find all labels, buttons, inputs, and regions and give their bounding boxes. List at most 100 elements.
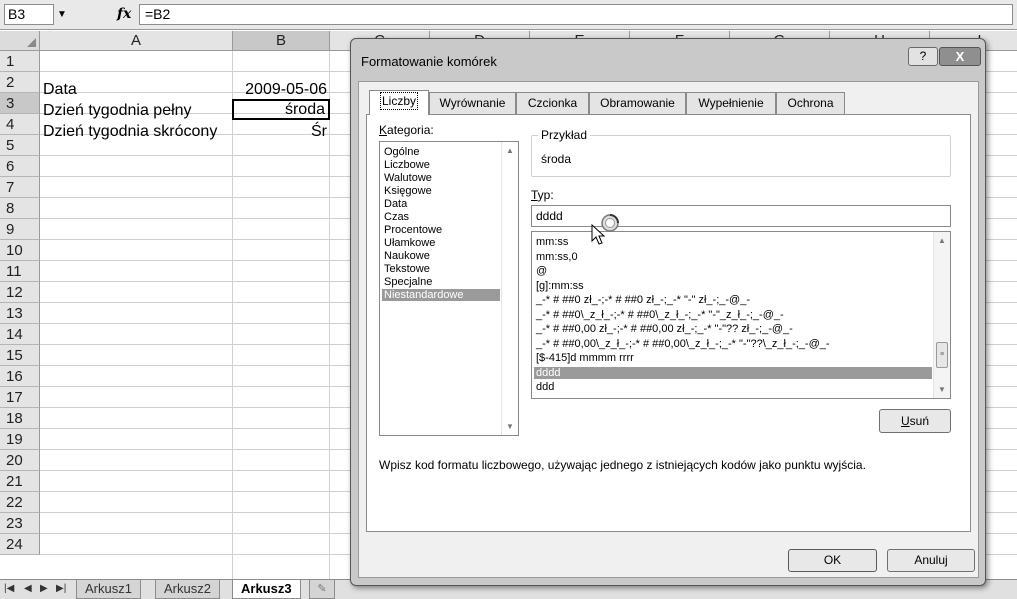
format-item[interactable]: [g]:mm:ss bbox=[534, 280, 932, 292]
help-button[interactable]: ? bbox=[908, 47, 938, 66]
row-header-8[interactable]: 8 bbox=[0, 198, 40, 219]
row-header-18[interactable]: 18 bbox=[0, 408, 40, 429]
insert-sheet-icon[interactable]: ✎ bbox=[309, 580, 335, 599]
row-header-1[interactable]: 1 bbox=[0, 51, 40, 72]
format-code-list[interactable]: mm:ss mm:ss,0 @ [g]:mm:ss _-* # ##0 zł_-;-* … bbox=[531, 231, 951, 399]
category-item[interactable]: Data bbox=[382, 198, 500, 210]
format-item[interactable]: _-* # ##0 zł_-;-* # ##0 zł_-;_-* "-" zł_… bbox=[534, 294, 932, 306]
category-item[interactable]: Księgowe bbox=[382, 185, 500, 197]
tab-czcionka[interactable]: Czcionka bbox=[516, 92, 589, 114]
row-header-5[interactable]: 5 bbox=[0, 135, 40, 156]
close-button[interactable]: X bbox=[939, 47, 981, 66]
format-item[interactable]: mm:ss,0 bbox=[534, 251, 932, 263]
column-header-a[interactable]: A bbox=[40, 31, 233, 51]
tab-obramowanie[interactable]: Obramowanie bbox=[589, 92, 686, 114]
format-item[interactable]: dddd bbox=[534, 366, 932, 379]
sheet-tab-arkusz1[interactable]: Arkusz1 bbox=[76, 580, 141, 599]
cell-b4[interactable]: Śr bbox=[233, 121, 330, 142]
row-header-2[interactable]: 2 bbox=[0, 72, 40, 93]
cell-a3[interactable]: Dzień tygodnia pełny bbox=[40, 100, 233, 121]
row-header-6[interactable]: 6 bbox=[0, 156, 40, 177]
row-header-4[interactable]: 4 bbox=[0, 114, 40, 135]
scroll-down-icon[interactable]: ▼ bbox=[506, 422, 514, 431]
format-item[interactable]: @ bbox=[534, 265, 932, 277]
row-header-19[interactable]: 19 bbox=[0, 429, 40, 450]
cancel-button[interactable]: Anuluj bbox=[887, 549, 975, 572]
cell-a4[interactable]: Dzień tygodnia skrócony bbox=[40, 121, 233, 142]
delete-button[interactable]: Usuń bbox=[879, 409, 951, 433]
tab-wyrownanie[interactable]: Wyrównanie bbox=[429, 92, 516, 114]
ok-button[interactable]: OK bbox=[788, 549, 877, 572]
category-item[interactable]: Procentowe bbox=[382, 224, 500, 236]
category-label-accesskey: K bbox=[379, 123, 388, 137]
format-item[interactable]: [$-415]d mmmm rrrr bbox=[534, 352, 932, 364]
dialog-title: Formatowanie komórek bbox=[361, 54, 497, 69]
select-all-icon bbox=[27, 38, 36, 47]
format-item[interactable]: _-* # ##0,00 zł_-;-* # ##0,00 zł_-;_-* "… bbox=[534, 323, 932, 335]
sheet-tab-arkusz2[interactable]: Arkusz2 bbox=[155, 580, 220, 599]
category-item[interactable]: Ogólne bbox=[382, 146, 500, 158]
row-header-24[interactable]: 24 bbox=[0, 534, 40, 555]
active-cell-b3[interactable]: środa bbox=[232, 99, 330, 120]
row-header-20[interactable]: 20 bbox=[0, 450, 40, 471]
row-header-14[interactable]: 14 bbox=[0, 324, 40, 345]
category-item[interactable]: Walutowe bbox=[382, 172, 500, 184]
format-item[interactable]: _-* # ##0\_z_ł_-;-* # ##0\_z_ł_-;_-* "-"… bbox=[534, 309, 932, 321]
excel-window: B3 ▼ fx =B2 ABCDEFGHIJ 12345678910111213… bbox=[0, 0, 1017, 599]
first-sheet-icon[interactable]: |◀ bbox=[4, 582, 14, 596]
format-cells-dialog: Formatowanie komórek ? X Liczby Wyrównan… bbox=[350, 38, 986, 586]
tab-liczby[interactable]: Liczby bbox=[369, 90, 429, 115]
select-all-button[interactable] bbox=[0, 31, 40, 51]
cell-b2[interactable]: 2009-05-06 bbox=[233, 79, 330, 100]
category-scrollbar[interactable]: ▲ ▼ bbox=[501, 142, 518, 435]
category-item[interactable]: Czas bbox=[382, 211, 500, 223]
category-label: Kategoria: bbox=[379, 123, 434, 137]
prev-sheet-icon[interactable]: ◀ bbox=[24, 582, 32, 596]
category-item[interactable]: Specjalne bbox=[382, 276, 500, 288]
category-item[interactable]: Tekstowe bbox=[382, 263, 500, 275]
scroll-up-icon[interactable]: ▲ bbox=[506, 146, 514, 155]
format-scrollbar[interactable]: ▲ ≡ ▼ bbox=[933, 232, 950, 398]
category-item[interactable]: Liczbowe bbox=[382, 159, 500, 171]
last-sheet-icon[interactable]: ▶| bbox=[56, 582, 66, 596]
row-header-7[interactable]: 7 bbox=[0, 177, 40, 198]
busy-spinner-icon bbox=[601, 214, 619, 232]
row-header-15[interactable]: 15 bbox=[0, 345, 40, 366]
scroll-thumb[interactable]: ≡ bbox=[936, 342, 948, 368]
row-header-13[interactable]: 13 bbox=[0, 303, 40, 324]
delete-accesskey: U bbox=[900, 414, 910, 428]
next-sheet-icon[interactable]: ▶ bbox=[40, 582, 48, 596]
name-box-dropdown-icon[interactable]: ▼ bbox=[57, 5, 67, 24]
row-header-12[interactable]: 12 bbox=[0, 282, 40, 303]
name-box[interactable]: B3 bbox=[4, 4, 54, 25]
category-item[interactable]: Naukowe bbox=[382, 250, 500, 262]
row-header-23[interactable]: 23 bbox=[0, 513, 40, 534]
number-tab-panel: Kategoria: Ogólne Liczbowe Walutowe Księgow… bbox=[366, 114, 971, 532]
format-item[interactable]: _-* # ##0,00\_z_ł_-;-* # ##0,00\_z_ł_-;_… bbox=[534, 338, 932, 350]
scroll-up-icon[interactable]: ▲ bbox=[938, 236, 946, 245]
row-header-22[interactable]: 22 bbox=[0, 492, 40, 513]
tab-ochrona[interactable]: Ochrona bbox=[776, 92, 845, 114]
sample-group: Przykład środa bbox=[531, 128, 951, 177]
category-item[interactable]: Niestandardowe bbox=[382, 289, 500, 301]
sheet-tab-arkusz3[interactable]: Arkusz3 bbox=[232, 580, 301, 599]
category-item[interactable]: Ułamkowe bbox=[382, 237, 500, 249]
row-header-16[interactable]: 16 bbox=[0, 366, 40, 387]
row-header-11[interactable]: 11 bbox=[0, 261, 40, 282]
tab-wypelnienie[interactable]: Wypełnienie bbox=[686, 92, 776, 114]
scroll-down-icon[interactable]: ▼ bbox=[938, 385, 946, 394]
formula-input[interactable]: =B2 bbox=[139, 4, 1013, 25]
insert-function-icon[interactable]: fx bbox=[117, 3, 131, 25]
cell-a2[interactable]: Data bbox=[40, 79, 233, 100]
row-header-21[interactable]: 21 bbox=[0, 471, 40, 492]
row-header-3[interactable]: 3 bbox=[0, 93, 40, 114]
format-item[interactable]: ddd bbox=[534, 381, 932, 393]
dialog-body: Liczby Wyrównanie Czcionka Obramowanie W… bbox=[358, 81, 979, 578]
row-header-9[interactable]: 9 bbox=[0, 219, 40, 240]
row-header-17[interactable]: 17 bbox=[0, 387, 40, 408]
row-header-10[interactable]: 10 bbox=[0, 240, 40, 261]
category-list[interactable]: Ogólne Liczbowe Walutowe Księgowe Data Czas Pr… bbox=[379, 141, 519, 436]
column-header-b[interactable]: B bbox=[233, 31, 330, 51]
sample-label: Przykład bbox=[538, 128, 591, 142]
type-label-text: yp: bbox=[537, 188, 554, 202]
